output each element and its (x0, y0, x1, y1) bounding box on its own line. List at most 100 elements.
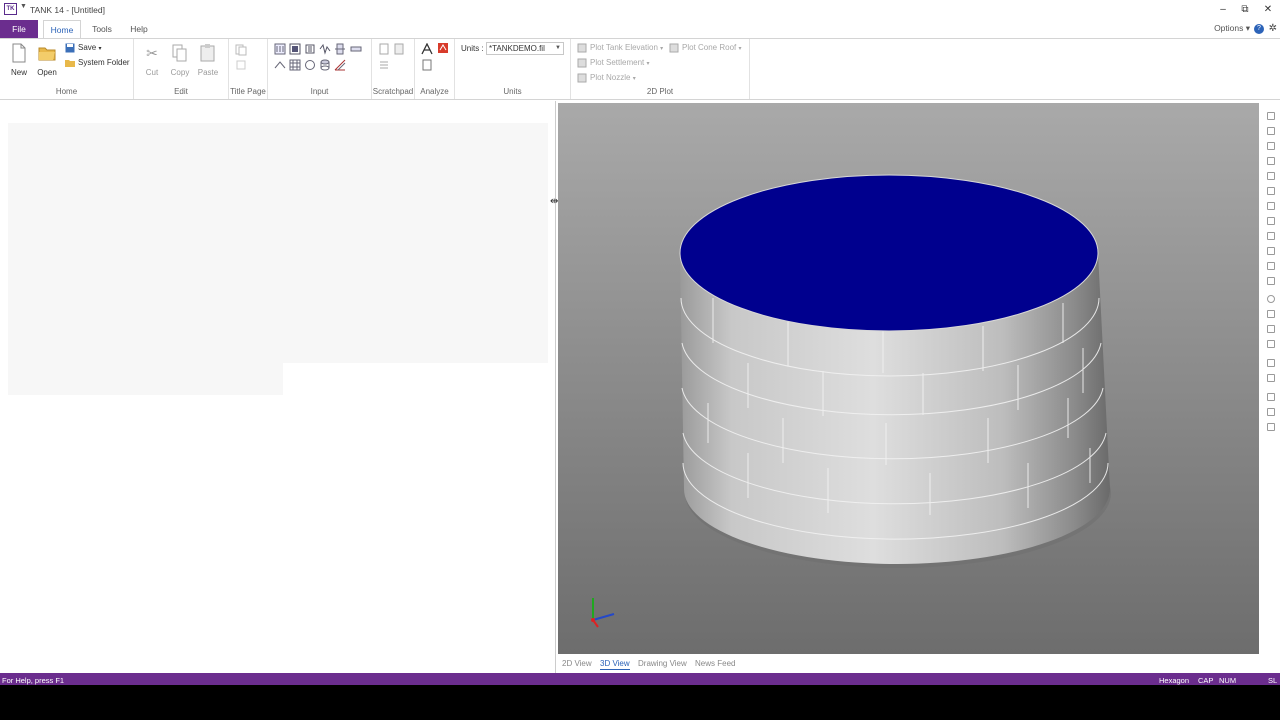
tab-3d-view[interactable]: 3D View (600, 657, 630, 670)
save-button[interactable]: Save ▾ (65, 42, 101, 54)
3d-viewport[interactable] (558, 103, 1259, 654)
settlement-input-icon[interactable] (350, 43, 362, 55)
minimize-button[interactable]: – (1216, 3, 1230, 17)
save-dropdown-icon: ▾ (98, 46, 102, 52)
view-iso-2-icon[interactable] (1267, 217, 1275, 225)
roof-input-icon[interactable] (274, 59, 286, 71)
system-folder-button[interactable]: System Folder (65, 57, 130, 69)
scratchpad-list-icon[interactable] (378, 59, 390, 71)
tank-3d-model (591, 174, 1111, 628)
tank-data-icon[interactable] (289, 43, 301, 55)
chevron-down-icon: ▼ (555, 45, 561, 51)
tab-2d-view[interactable]: 2D View (562, 657, 592, 670)
cut-button[interactable]: ✂ Cut (139, 41, 165, 77)
save-label: Save (78, 43, 97, 52)
zoom-extents-icon[interactable] (1267, 340, 1275, 348)
reset-view-icon[interactable] (1267, 423, 1275, 431)
tab-tools[interactable]: Tools (86, 20, 118, 38)
tank-3d-icon[interactable] (319, 59, 331, 71)
plot-cone-roof-icon (669, 43, 679, 53)
home-group: New Open Save ▾ System Folder Home (0, 39, 134, 99)
units-file-select[interactable]: *TANKDEMO.fil ▼ (486, 42, 564, 55)
plot-settlement-button[interactable]: Plot Settlement ▾ (577, 57, 650, 69)
rotate-icon[interactable] (1267, 295, 1275, 303)
input-form-placeholder (8, 123, 548, 363)
status-bar: For Help, press F1 Hexagon CAP NUM SL (0, 673, 1280, 685)
tab-home[interactable]: Home (43, 20, 81, 38)
input-pane[interactable] (0, 101, 556, 673)
select-icon[interactable] (1267, 359, 1275, 367)
input-form-placeholder-lower (8, 363, 283, 395)
paste-button[interactable]: Paste (195, 41, 221, 77)
status-help-text: For Help, press F1 (2, 676, 65, 685)
close-button[interactable]: ✕ (1261, 3, 1275, 17)
tab-help[interactable]: Help (123, 20, 155, 38)
plot-cone-roof-button[interactable]: Plot Cone Roof ▾ (669, 42, 742, 54)
view-bottom-icon[interactable] (1267, 187, 1275, 195)
plot-nozzle-button[interactable]: Plot Nozzle ▾ (577, 72, 636, 84)
view-top-icon[interactable] (1267, 172, 1275, 180)
plot2d-group-label: 2D Plot (646, 87, 674, 96)
run-analysis-icon[interactable] (421, 43, 433, 55)
view-iso-3-icon[interactable] (1267, 232, 1275, 240)
wireframe-icon[interactable] (1267, 393, 1275, 401)
options-label: Options (1214, 23, 1244, 33)
view-left-icon[interactable] (1267, 142, 1275, 150)
view-toolbar (1262, 103, 1280, 673)
title-bar: TK ▼ TANK 14 - [Untitled] – ⧉ ✕ (0, 0, 1280, 20)
zoom-out-icon[interactable] (1267, 277, 1275, 285)
title-page-copy-icon[interactable] (235, 44, 247, 56)
tab-drawing-view[interactable]: Drawing View (638, 657, 687, 670)
title-page-group-label: Title Page (230, 87, 266, 96)
zoom-in-icon[interactable] (1267, 262, 1275, 270)
input-group: Input (268, 39, 372, 99)
scratchpad-icon[interactable] (378, 43, 390, 55)
options-menu[interactable]: Options ▾ (1214, 23, 1250, 34)
settings-gear-icon[interactable]: ✲ (1269, 23, 1277, 34)
pan-icon[interactable] (1267, 310, 1275, 318)
view-right-icon[interactable] (1267, 157, 1275, 165)
analyze-group: Analyze (415, 39, 455, 99)
file-tab[interactable]: File (0, 20, 38, 38)
edit-group-label: Edit (174, 87, 188, 96)
scissors-icon: ✂ (146, 45, 158, 61)
shell-input-icon[interactable] (274, 43, 286, 55)
plot-elevation-dropdown-icon: ▾ (660, 46, 664, 52)
save-disk-icon (65, 43, 75, 53)
wind-load-icon[interactable] (304, 43, 316, 55)
edit-group: ✂ Cut Copy Paste Edit (134, 39, 229, 99)
tab-news-feed[interactable]: News Feed (695, 657, 735, 670)
ribbon: New Open Save ▾ System Folder Home ✂ Cut… (0, 38, 1280, 100)
anchor-input-icon[interactable] (334, 59, 346, 71)
quick-access-dropdown-icon[interactable]: ▼ (20, 3, 27, 10)
scratchpad-calc-icon[interactable] (393, 43, 405, 55)
title-page-edit-icon[interactable] (235, 59, 247, 71)
plot-tank-elevation-button[interactable]: Plot Tank Elevation ▾ (577, 42, 663, 54)
restore-button[interactable]: ⧉ (1238, 3, 1252, 17)
zoom-window-icon[interactable] (1267, 325, 1275, 333)
pdf-report-icon[interactable] (437, 42, 449, 54)
nozzle-input-icon[interactable] (334, 43, 346, 55)
open-folder-icon (38, 47, 56, 61)
circle-shell-icon[interactable] (304, 59, 316, 71)
seismic-icon[interactable] (319, 43, 331, 55)
copy-button[interactable]: Copy (167, 41, 193, 77)
paste-clipboard-icon (200, 44, 215, 62)
title-page-group: Title Page (229, 39, 268, 99)
application-window: TK ▼ TANK 14 - [Untitled] – ⧉ ✕ File Hom… (0, 0, 1280, 720)
open-button[interactable]: Open (34, 41, 60, 77)
view-front-icon[interactable] (1267, 112, 1275, 120)
output-report-icon[interactable] (421, 59, 433, 71)
new-button[interactable]: New (6, 41, 32, 77)
select-multiple-icon[interactable] (1267, 374, 1275, 382)
status-num: NUM (1219, 676, 1237, 685)
grid-table-icon[interactable] (289, 59, 301, 71)
view-back-icon[interactable] (1267, 127, 1275, 135)
view-iso-4-icon[interactable] (1267, 247, 1275, 255)
units-field-label: Units : (461, 44, 484, 53)
plot2d-group: Plot Tank Elevation ▾ Plot Cone Roof ▾ P… (571, 39, 750, 99)
help-icon[interactable]: ? (1254, 24, 1264, 34)
plot-settlement-dropdown-icon: ▾ (646, 61, 650, 67)
shaded-icon[interactable] (1267, 408, 1275, 416)
view-iso-1-icon[interactable] (1267, 202, 1275, 210)
